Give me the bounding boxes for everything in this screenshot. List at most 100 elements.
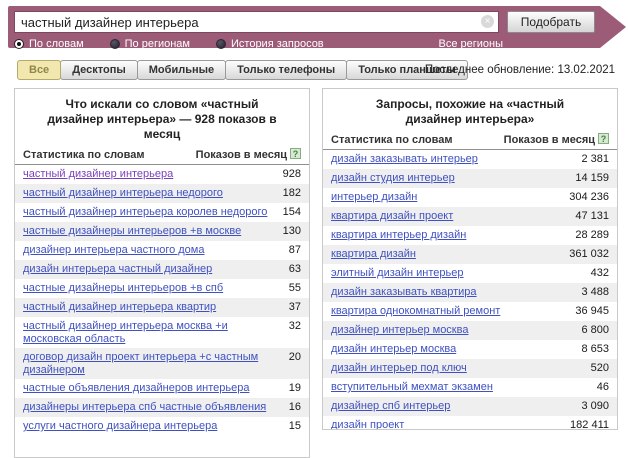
table-row: дизайн интерьер москва 8 653 <box>323 340 617 359</box>
table-row: квартира дизайн проект 47 131 <box>323 207 617 226</box>
keyword-link[interactable]: дизайн проект <box>331 419 404 430</box>
submit-button[interactable]: Подобрать <box>507 11 595 33</box>
table-row: дизайн проект 182 411 <box>323 416 617 430</box>
last-update-label: Последнее обновление: 13.02.2021 <box>425 64 615 76</box>
table-row: дизайнер интерьера частного дома 87 <box>15 241 309 260</box>
search-banner: × Подобрать По словам По регионам История … <box>8 6 600 48</box>
search-input[interactable] <box>14 11 499 33</box>
mode-radio[interactable]: По регионам <box>110 38 190 50</box>
keyword-link[interactable]: частный дизайнер интерьера москва +и мос… <box>23 320 279 346</box>
impressions-count: 19 <box>289 382 301 395</box>
table-row: вступительный мехмат экзамен 46 <box>323 378 617 397</box>
table-row: частные объявления дизайнеров интерьера 1… <box>15 379 309 398</box>
keyword-link[interactable]: дизайн интерьера частный дизайнер <box>23 263 212 276</box>
mode-label: По регионам <box>125 38 190 50</box>
impressions-count: 182 411 <box>570 419 609 430</box>
impressions-count: 14 159 <box>575 172 609 185</box>
similar-queries-panel: Запросы, похожие на «частный дизайнер ин… <box>322 88 618 430</box>
tab-active[interactable]: Все <box>17 60 61 80</box>
keyword-link[interactable]: квартира дизайн проект <box>331 210 453 223</box>
column-header-keywords: Статистика по словам <box>23 149 145 161</box>
keyword-link[interactable]: частный дизайнер интерьера недорого <box>23 187 223 200</box>
keyword-link[interactable]: частный дизайнер интерьера квартир <box>23 301 216 314</box>
table-row: квартира однокомнатный ремонт36 945 <box>323 302 617 321</box>
table-row: дизайнеры интерьера спб частные объявлен… <box>15 398 309 417</box>
radio-icon[interactable] <box>110 39 120 49</box>
mode-label: По словам <box>29 38 84 50</box>
mode-radio[interactable]: История запросов <box>216 38 324 50</box>
keyword-link[interactable]: частные дизайнеры интерьеров +в спб <box>23 282 223 295</box>
impressions-count: 47 131 <box>575 210 609 223</box>
impressions-count: 28 289 <box>575 229 609 242</box>
keyword-link[interactable]: дизайн интерьер москва <box>331 343 456 356</box>
impressions-count: 182 <box>283 187 301 200</box>
table-row: частный дизайнер интерьера квартир 37 <box>15 298 309 317</box>
table-row: частный дизайнер интерьера недорого 182 <box>15 184 309 203</box>
keyword-link[interactable]: частные объявления дизайнеров интерьера <box>23 382 249 395</box>
radio-icon[interactable] <box>14 39 24 49</box>
banner-arrow-shape <box>600 6 626 48</box>
keyword-link[interactable]: квартира дизайн <box>331 248 416 261</box>
column-header-impressions: Показов в месяц? <box>196 148 301 161</box>
keyword-link[interactable]: дизайнер интерьера частного дома <box>23 244 204 257</box>
keyword-link[interactable]: интерьер дизайн <box>331 191 417 204</box>
keyword-link[interactable]: дизайн студия интерьер <box>331 172 455 185</box>
table-row: дизайн студия интерьер 14 159 <box>323 169 617 188</box>
impressions-count: 46 <box>597 381 609 394</box>
impressions-count: 432 <box>591 267 609 280</box>
radio-icon[interactable] <box>216 39 226 49</box>
impressions-count: 3 090 <box>581 400 609 413</box>
impressions-count: 520 <box>591 362 609 375</box>
impressions-count: 63 <box>289 263 301 276</box>
table-row: частный дизайнер интерьера 928 <box>15 165 309 184</box>
clear-icon[interactable]: × <box>481 15 494 28</box>
table-row: частный дизайнер интерьера королев недор… <box>15 203 309 222</box>
table-row: услуги частного дизайнера интерьера15 <box>15 417 309 436</box>
keyword-link[interactable]: элитный дизайн интерьер <box>331 267 464 280</box>
keyword-link[interactable]: дизайнер интерьер москва <box>331 324 468 337</box>
impressions-count: 8 653 <box>581 343 609 356</box>
all-regions-link[interactable]: Все регионы <box>438 38 503 50</box>
keyword-link[interactable]: частный дизайнер интерьера <box>23 168 173 181</box>
tab-device[interactable]: Только телефоны <box>225 60 347 80</box>
help-icon[interactable]: ? <box>290 148 301 159</box>
tab-device[interactable]: Мобильные <box>137 60 226 80</box>
mode-radio[interactable]: По словам <box>14 38 84 50</box>
keyword-link[interactable]: вступительный мехмат экзамен <box>331 381 493 394</box>
table-row: частные дизайнеры интерьеров +в спб55 <box>15 279 309 298</box>
keyword-link[interactable]: услуги частного дизайнера интерьера <box>23 420 217 433</box>
impressions-count: 154 <box>283 206 301 219</box>
keyword-link[interactable]: дизайнеры интерьера спб частные объявлен… <box>23 401 266 414</box>
keyword-link[interactable]: дизайн заказывать интерьер <box>331 153 478 166</box>
panel-title: Запросы, похожие на «частный дизайнер ин… <box>323 89 617 130</box>
impressions-count: 87 <box>289 244 301 257</box>
table-row: дизайнер интерьер москва6 800 <box>323 321 617 340</box>
table-row: частный дизайнер интерьера москва +и мос… <box>15 317 309 348</box>
mode-label: История запросов <box>231 38 324 50</box>
tab-device[interactable]: Десктопы <box>60 60 138 80</box>
table-row: квартира интерьер дизайн 28 289 <box>323 226 617 245</box>
keyword-link[interactable]: частный дизайнер интерьера королев недор… <box>23 206 267 219</box>
keyword-link[interactable]: дизайн интерьер под ключ <box>331 362 467 375</box>
keyword-link[interactable]: квартира однокомнатный ремонт <box>331 305 500 318</box>
table-row: дизайн интерьера частный дизайнер 63 <box>15 260 309 279</box>
keyword-link[interactable]: дизайнер спб интерьер <box>331 400 450 413</box>
keyword-link[interactable]: дизайн заказывать квартира <box>331 286 477 299</box>
impressions-count: 2 381 <box>581 153 609 166</box>
panel-title: Что искали со словом «частный дизайнер и… <box>15 89 309 145</box>
table-row: дизайн заказывать интерьер 2 381 <box>323 150 617 169</box>
impressions-count: 16 <box>289 401 301 414</box>
help-icon[interactable]: ? <box>598 133 609 144</box>
keyword-link[interactable]: договор дизайн проект интерьера +с частн… <box>23 351 279 377</box>
impressions-count: 3 488 <box>581 286 609 299</box>
impressions-count: 928 <box>283 168 301 181</box>
column-header-keywords: Статистика по словам <box>331 134 453 146</box>
table-row: элитный дизайн интерьер 432 <box>323 264 617 283</box>
device-tabs: ВсеДесктопыМобильныеТолько телефоныТольк… <box>18 60 468 80</box>
keyword-link[interactable]: квартира интерьер дизайн <box>331 229 466 242</box>
impressions-count: 37 <box>289 301 301 314</box>
table-row: дизайн интерьер под ключ 520 <box>323 359 617 378</box>
column-header-impressions: Показов в месяц? <box>504 133 609 146</box>
keyword-link[interactable]: частные дизайнеры интерьеров +в москве <box>23 225 241 238</box>
table-row: квартира дизайн361 032 <box>323 245 617 264</box>
